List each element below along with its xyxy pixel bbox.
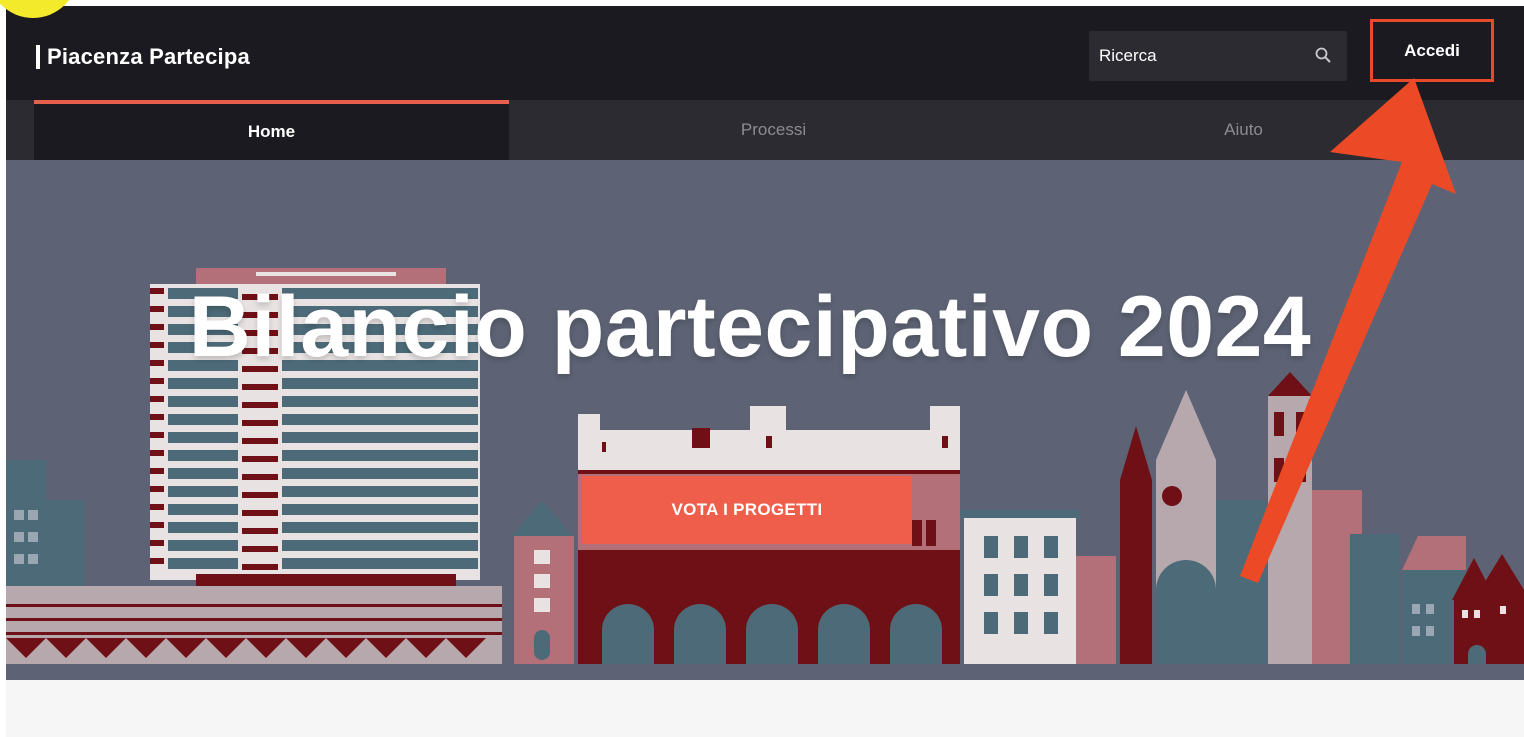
logo-bar [36,45,40,69]
vote-projects-button[interactable]: VOTA I PROGETTI [582,476,912,544]
site-logo[interactable]: Piacenza Partecipa [36,44,250,70]
tab-home[interactable]: Home [34,100,509,160]
tab-label: Home [247,122,296,141]
tab-label: Processi [740,120,807,139]
search-box [1089,31,1347,81]
tab-processi[interactable]: Processi [536,100,1011,160]
login-label: Accedi [1404,40,1460,60]
search-icon[interactable] [1315,47,1331,63]
site-title: Piacenza Partecipa [47,44,250,69]
search-input[interactable] [1089,31,1304,81]
login-button[interactable]: Accedi [1370,19,1494,82]
page-content-area [6,680,1524,737]
annotation-arrow [1240,78,1456,583]
